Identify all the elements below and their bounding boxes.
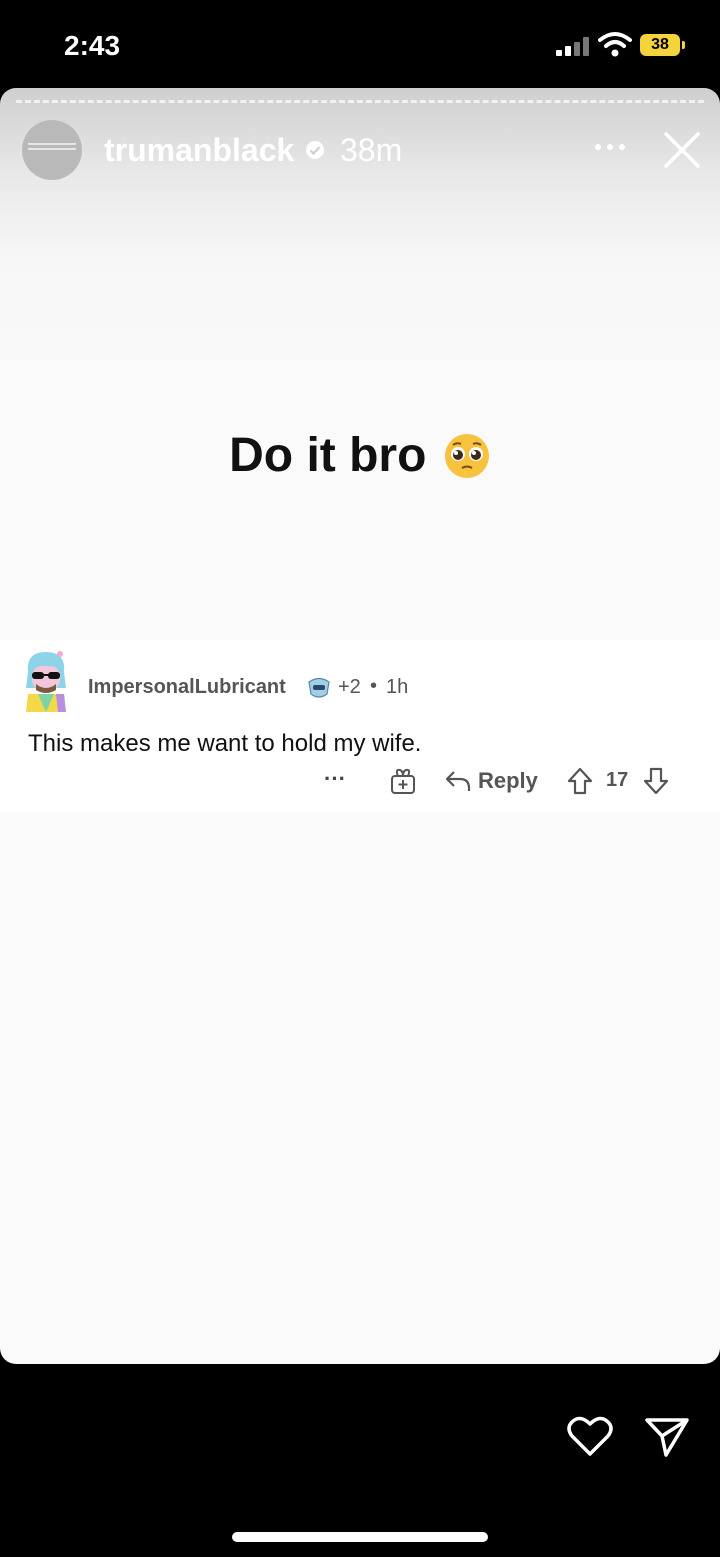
home-indicator[interactable] bbox=[232, 1532, 488, 1542]
close-icon[interactable] bbox=[662, 130, 702, 170]
story-username[interactable]: trumanblack bbox=[104, 132, 294, 169]
battery-tip bbox=[682, 41, 685, 49]
story-author-avatar[interactable] bbox=[22, 120, 82, 180]
extra-awards-count: +2 bbox=[338, 676, 361, 698]
reply-arrow-icon[interactable] bbox=[444, 768, 472, 794]
more-options-icon[interactable] bbox=[592, 132, 628, 162]
commenter-username[interactable]: ImpersonalLubricant bbox=[88, 676, 286, 699]
story-headline: Do it bro bbox=[0, 428, 720, 483]
gift-award-icon[interactable] bbox=[388, 766, 418, 796]
story-view[interactable]: trumanblack 38m Do it bro ImpersonalLubr… bbox=[0, 88, 720, 1364]
like-heart-icon[interactable] bbox=[566, 1414, 614, 1458]
comment-body: This makes me want to hold my wife. bbox=[28, 730, 422, 757]
commenter-avatar[interactable] bbox=[16, 648, 74, 714]
status-time: 2:43 bbox=[64, 30, 121, 61]
meta-separator: • bbox=[370, 675, 378, 697]
story-progress-bar bbox=[16, 100, 704, 107]
reddit-comment-card: ImpersonalLubricant +2 • 1h This makes m… bbox=[0, 640, 720, 812]
avatar-logo bbox=[28, 140, 76, 160]
battery-level: 38 bbox=[640, 34, 680, 56]
downvote-icon[interactable] bbox=[642, 766, 670, 796]
comment-more-button[interactable]: ··· bbox=[324, 766, 346, 792]
cellular-signal-icon bbox=[556, 36, 590, 56]
comment-actions: ··· Reply 17 bbox=[0, 764, 720, 804]
story-bottom-bar bbox=[0, 1364, 720, 1557]
story-time-ago: 38m bbox=[340, 132, 403, 168]
reply-button[interactable]: Reply bbox=[478, 768, 538, 794]
wifi-icon bbox=[598, 32, 632, 57]
comment-age: 1h bbox=[386, 676, 409, 698]
headline-text: Do it bro bbox=[229, 429, 427, 482]
status-bar: 2:43 38 bbox=[0, 0, 720, 88]
send-message-icon[interactable] bbox=[644, 1416, 690, 1458]
vote-score: 17 bbox=[606, 769, 629, 791]
pleading-face-emoji-icon bbox=[444, 433, 489, 478]
award-icon bbox=[308, 677, 330, 698]
verified-badge-icon bbox=[306, 141, 324, 159]
upvote-icon[interactable] bbox=[566, 766, 594, 796]
